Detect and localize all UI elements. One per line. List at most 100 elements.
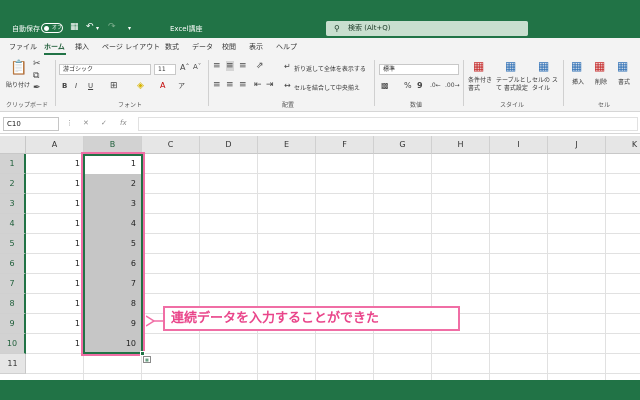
format-as-table-button[interactable]: テーブルとして 書式設定 (496, 77, 532, 93)
cell-a3[interactable]: 1 (26, 194, 84, 214)
decrease-decimal-icon[interactable]: .00→ (445, 82, 460, 89)
spreadsheet-grid[interactable]: A B C D E F G H I J K 1 2 3 4 5 6 7 8 9 10 11 111111111112345… (0, 136, 640, 380)
cell-a1[interactable]: 1 (26, 154, 84, 174)
row-header-7[interactable]: 7 (0, 274, 26, 294)
tab-review[interactable]: 校閲 (222, 42, 236, 52)
row-header-2[interactable]: 2 (0, 174, 26, 194)
conditional-format-button[interactable]: 条件付き 書式 (468, 77, 494, 93)
autosave-toggle[interactable]: オフ (41, 23, 63, 33)
merge-center-icon[interactable]: ↔ (284, 81, 291, 90)
search-box[interactable]: ⚲ 検索 (Alt+Q) (326, 21, 528, 36)
border-icon[interactable]: ⊞ (110, 81, 118, 91)
column-header-h[interactable]: H (432, 136, 490, 154)
cell-a2[interactable]: 1 (26, 174, 84, 194)
redo-icon[interactable]: ↷ (108, 22, 116, 32)
cell-styles-icon[interactable]: ▦ (538, 59, 549, 73)
phonetic-icon[interactable]: ア (178, 81, 185, 91)
merge-center-button[interactable]: セルを結合して中央揃え (294, 83, 360, 92)
tab-insert[interactable]: 挿入 (75, 42, 89, 52)
paste-label[interactable]: 貼り付け (6, 80, 30, 89)
fill-color-icon[interactable]: ◈ (137, 81, 144, 91)
conditional-format-icon[interactable]: ▦ (473, 59, 484, 73)
increase-indent-icon[interactable]: ⇥ (266, 80, 274, 90)
format-cells-icon[interactable]: ▦ (617, 59, 628, 73)
tab-formulas[interactable]: 数式 (165, 42, 179, 52)
cut-icon[interactable]: ✂ (33, 59, 41, 69)
insert-cells-icon[interactable]: ▦ (571, 59, 582, 73)
delete-cells-icon[interactable]: ▦ (594, 59, 605, 73)
row-header-11[interactable]: 11 (0, 354, 26, 374)
tab-view[interactable]: 表示 (249, 42, 263, 52)
align-bottom-icon[interactable]: ≡ (239, 61, 247, 71)
tab-help[interactable]: ヘルプ (276, 42, 297, 52)
customize-toolbar-icon[interactable]: ▾ (128, 25, 131, 32)
bold-icon[interactable]: B (62, 82, 67, 90)
cell-a8[interactable]: 1 (26, 294, 84, 314)
cell-a4[interactable]: 1 (26, 214, 84, 234)
formula-input[interactable] (138, 117, 638, 131)
comma-style-icon[interactable]: 9 (417, 81, 423, 90)
format-as-table-icon[interactable]: ▦ (505, 59, 516, 73)
font-name-select[interactable]: 游ゴシック (59, 64, 151, 75)
wrap-text-button[interactable]: 折り返して全体を表示する (294, 64, 366, 73)
undo-icon[interactable]: ↶ (86, 22, 94, 32)
format-cells-button[interactable]: 書式 (618, 77, 630, 86)
percent-icon[interactable]: % (404, 81, 412, 90)
more-options-icon[interactable]: ⋮ (66, 119, 73, 127)
wrap-text-icon[interactable]: ↵ (284, 62, 291, 71)
row-header-5[interactable]: 5 (0, 234, 26, 254)
align-left-icon[interactable]: ≡ (213, 80, 221, 90)
column-header-i[interactable]: I (490, 136, 548, 154)
increase-decimal-icon[interactable]: .0← (430, 82, 441, 89)
copy-icon[interactable]: ⧉ (33, 71, 39, 81)
tab-page-layout[interactable]: ページ レイアウト (102, 42, 160, 52)
align-center-icon[interactable]: ≡ (226, 80, 234, 90)
align-middle-icon[interactable]: ≡ (226, 61, 234, 71)
row-header-9[interactable]: 9 (0, 314, 26, 334)
row-header-8[interactable]: 8 (0, 294, 26, 314)
delete-cells-button[interactable]: 削除 (595, 77, 607, 86)
align-top-icon[interactable]: ≡ (213, 61, 221, 71)
insert-function-icon[interactable]: fx (120, 119, 127, 127)
row-header-3[interactable]: 3 (0, 194, 26, 214)
column-header-d[interactable]: D (200, 136, 258, 154)
orientation-icon[interactable]: ⇗ (256, 61, 264, 71)
increase-font-icon[interactable]: Aˆ (180, 63, 189, 72)
tab-data[interactable]: データ (192, 42, 213, 52)
currency-icon[interactable]: ▩ (381, 81, 389, 90)
save-icon[interactable]: ▦ (70, 22, 79, 32)
italic-icon[interactable]: I (75, 82, 77, 90)
row-header-10[interactable]: 10 (0, 334, 26, 354)
enter-icon[interactable]: ✓ (101, 119, 107, 127)
format-painter-icon[interactable]: ✒ (33, 83, 41, 93)
autofill-options-icon[interactable]: ▦ (143, 356, 151, 363)
cell-a9[interactable]: 1 (26, 314, 84, 334)
tab-home[interactable]: ホーム (44, 42, 65, 52)
select-all-button[interactable] (0, 136, 26, 154)
font-color-icon[interactable]: A (160, 81, 165, 90)
column-header-k[interactable]: K (606, 136, 640, 154)
tab-file[interactable]: ファイル (9, 42, 37, 52)
underline-icon[interactable]: U (88, 82, 93, 90)
name-box[interactable]: C10 (3, 117, 59, 131)
undo-dropdown-icon[interactable]: ▾ (96, 25, 99, 32)
cell-a7[interactable]: 1 (26, 274, 84, 294)
row-header-6[interactable]: 6 (0, 254, 26, 274)
column-header-e[interactable]: E (258, 136, 316, 154)
cell-a10[interactable]: 1 (26, 334, 84, 354)
column-header-c[interactable]: C (142, 136, 200, 154)
cancel-icon[interactable]: ✕ (83, 119, 89, 127)
paste-icon[interactable]: 📋 (10, 60, 27, 76)
row-header-1[interactable]: 1 (0, 154, 26, 174)
decrease-font-icon[interactable]: Aˇ (193, 63, 201, 71)
column-header-j[interactable]: J (548, 136, 606, 154)
cell-a6[interactable]: 1 (26, 254, 84, 274)
insert-cells-button[interactable]: 挿入 (572, 77, 584, 86)
font-size-select[interactable]: 11 (154, 64, 176, 75)
align-right-icon[interactable]: ≡ (239, 80, 247, 90)
column-header-g[interactable]: G (374, 136, 432, 154)
column-header-a[interactable]: A (26, 136, 84, 154)
row-header-4[interactable]: 4 (0, 214, 26, 234)
column-header-f[interactable]: F (316, 136, 374, 154)
number-format-select[interactable]: 標準 (379, 64, 459, 75)
